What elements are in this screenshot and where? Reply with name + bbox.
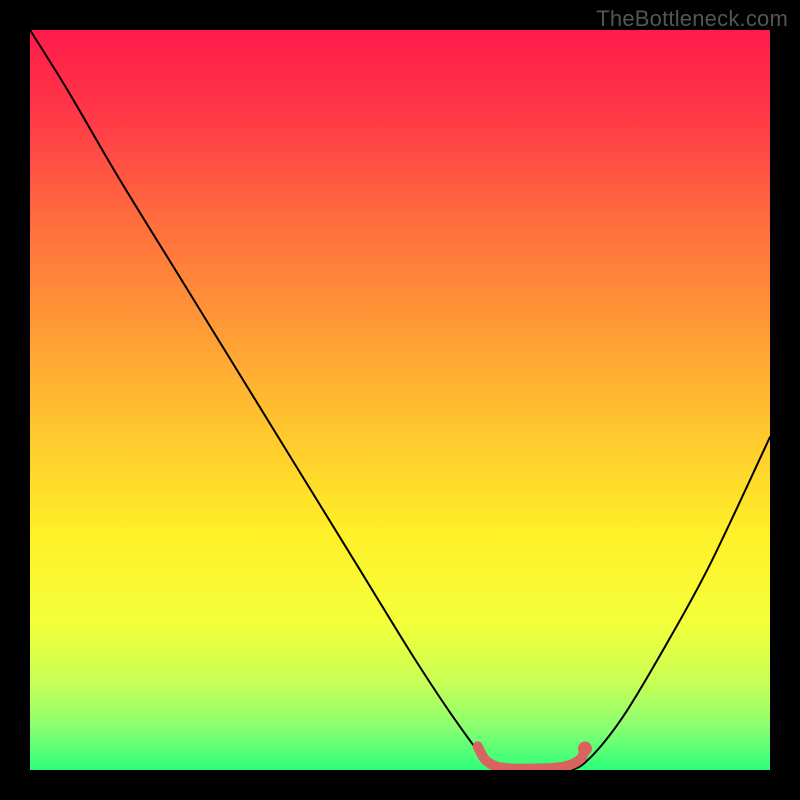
point-sweet-spot-end-dot: [578, 742, 592, 756]
chart-frame: TheBottleneck.com: [0, 0, 800, 800]
points-layer: [578, 742, 592, 756]
plot-svg: [30, 30, 770, 770]
watermark-text: TheBottleneck.com: [596, 6, 788, 32]
plot-area: [30, 30, 770, 770]
